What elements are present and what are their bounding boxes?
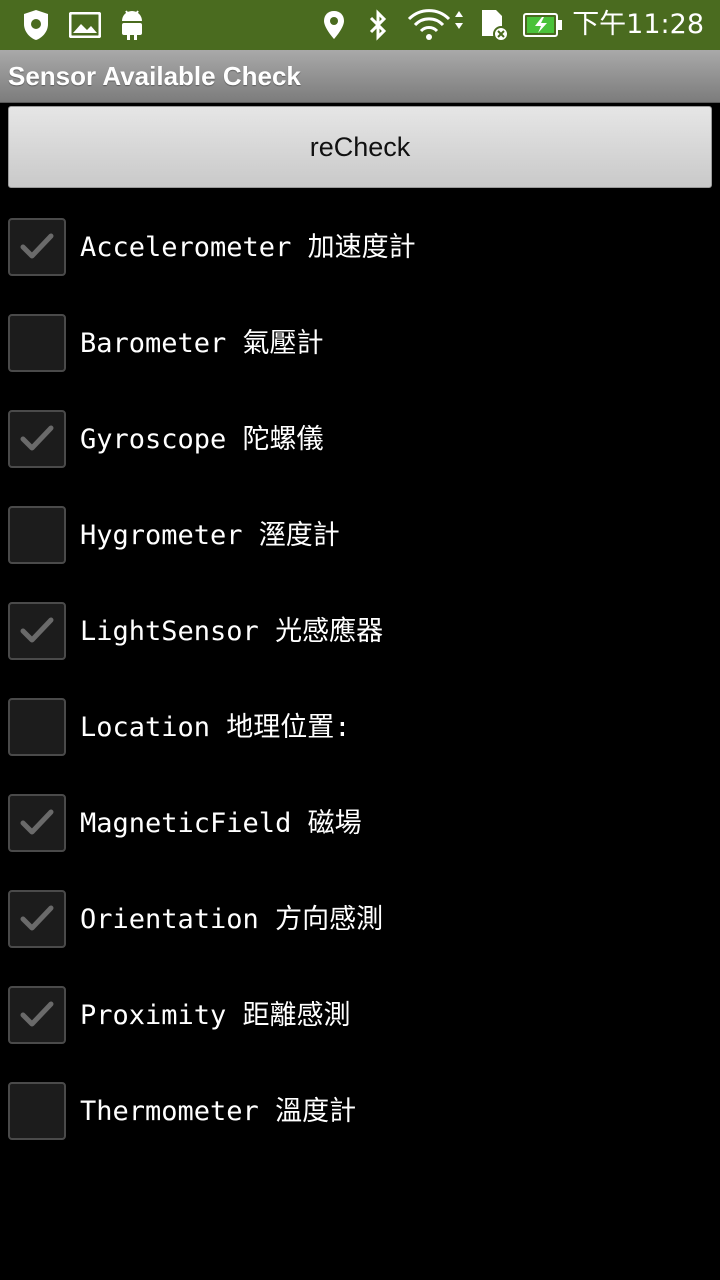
checkmark-icon [20,425,54,451]
app-title-bar: Sensor Available Check [0,50,720,103]
checkmark-icon [20,1001,54,1027]
bluetooth-icon [366,0,390,50]
sensor-row-orientation[interactable]: Orientation 方向感測 [0,872,720,968]
sensor-row-magneticfield[interactable]: MagneticField 磁場 [0,776,720,872]
sensor-label: Proximity 距離感測 [80,1000,351,1031]
status-bar: 下午11:28 [0,0,720,50]
orientation-checkbox[interactable] [8,890,66,948]
checkmark-icon [20,617,54,643]
sensor-row-accelerometer[interactable]: Accelerometer 加速度計 [0,200,720,296]
sensor-row-gyroscope[interactable]: Gyroscope 陀螺儀 [0,392,720,488]
image-icon [68,0,102,50]
sensor-label: Gyroscope 陀螺儀 [80,424,324,455]
sensor-row-hygrometer[interactable]: Hygrometer 溼度計 [0,488,720,584]
sensor-row-thermometer[interactable]: Thermometer 溫度計 [0,1064,720,1160]
sensor-row-barometer[interactable]: Barometer 氣壓計 [0,296,720,392]
location-icon [322,0,346,50]
battery-charging-icon [522,0,564,50]
proximity-checkbox[interactable] [8,986,66,1044]
recheck-button[interactable]: reCheck [8,106,712,188]
sensor-row-proximity[interactable]: Proximity 距離感測 [0,968,720,1064]
shield-icon [20,0,52,50]
sensor-label: Accelerometer 加速度計 [80,232,416,263]
sensor-label: MagneticField 磁場 [80,808,362,839]
checkmark-icon [20,905,54,931]
app-title: Sensor Available Check [8,61,301,91]
sensor-label: Location 地理位置: [80,712,351,743]
sensor-label: LightSensor 光感應器 [80,616,384,647]
checkmark-icon [20,233,54,259]
gyroscope-checkbox[interactable] [8,410,66,468]
barometer-checkbox[interactable] [8,314,66,372]
magneticfield-checkbox[interactable] [8,794,66,852]
sensor-label: Thermometer 溫度計 [80,1096,357,1127]
thermometer-checkbox[interactable] [8,1082,66,1140]
sd-card-icon [476,0,510,50]
sensor-row-location[interactable]: Location 地理位置: [0,680,720,776]
location-checkbox[interactable] [8,698,66,756]
accelerometer-checkbox[interactable] [8,218,66,276]
sensor-label: Barometer 氣壓計 [80,328,324,359]
sensor-label: Hygrometer 溼度計 [80,520,340,551]
wifi-icon [406,0,466,50]
checkmark-icon [20,809,54,835]
lightsensor-checkbox[interactable] [8,602,66,660]
sensor-label: Orientation 方向感測 [80,904,384,935]
hygrometer-checkbox[interactable] [8,506,66,564]
clock-time: 下午11:28 [572,9,704,40]
android-icon [118,0,146,50]
sensor-row-lightsensor[interactable]: LightSensor 光感應器 [0,584,720,680]
